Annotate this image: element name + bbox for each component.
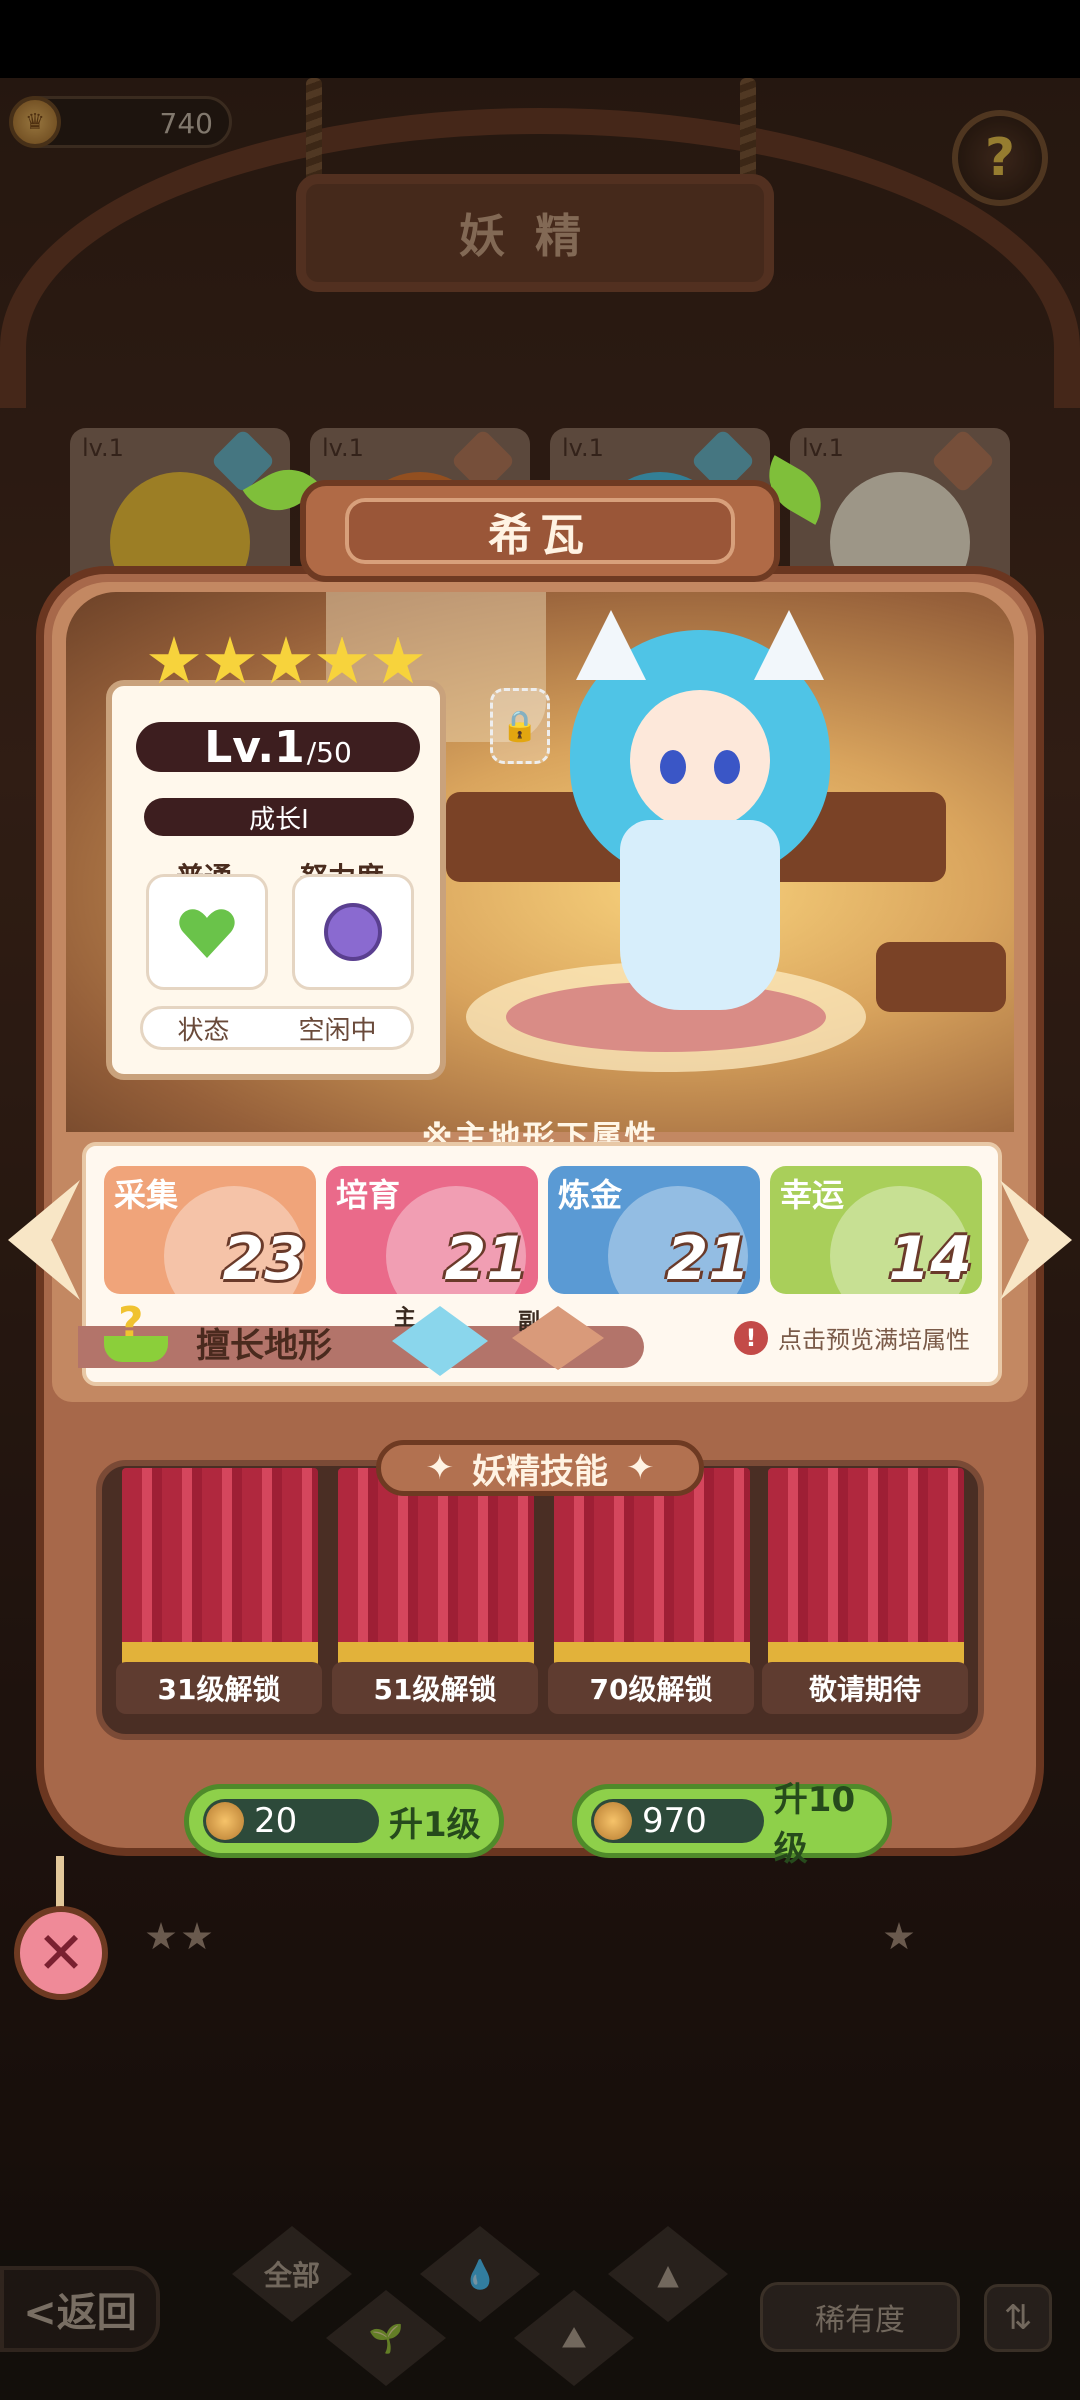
fairy-eye bbox=[660, 750, 686, 784]
star-icon bbox=[884, 1922, 914, 1950]
fairy-character[interactable] bbox=[560, 610, 840, 1020]
star-rating bbox=[148, 636, 424, 688]
lock-icon[interactable]: 🔒 bbox=[490, 688, 550, 764]
mood-box[interactable] bbox=[146, 874, 268, 990]
state-pill: 状态 空闲中 bbox=[140, 1006, 414, 1050]
fairy-body bbox=[620, 820, 780, 1010]
skill-slot-curtain[interactable] bbox=[554, 1468, 750, 1668]
attr-value: 14 bbox=[888, 1224, 973, 1294]
skills-title-text: 妖精技能 bbox=[472, 1451, 608, 1492]
level-pill: Lv.1 /50 bbox=[136, 721, 420, 773]
star-icon bbox=[182, 1922, 212, 1950]
close-icon: ✕ bbox=[36, 1919, 86, 1987]
upgrade-cost: 970 bbox=[591, 1799, 764, 1843]
attr-alchemy[interactable]: 炼金 21 bbox=[548, 1166, 760, 1294]
upgrade-cost: 20 bbox=[203, 1799, 379, 1843]
name-plate: 希瓦 bbox=[345, 498, 735, 564]
fairy-name-banner: 希瓦 bbox=[300, 480, 780, 582]
attr-label: 培育 bbox=[336, 1176, 401, 1214]
fairy-ear-right bbox=[754, 610, 824, 680]
fairy-name: 希瓦 bbox=[488, 510, 592, 561]
room-stool bbox=[876, 942, 1006, 1012]
state-value: 空闲中 bbox=[298, 1015, 377, 1046]
effort-box[interactable] bbox=[292, 874, 414, 990]
growth-stage: 成长I bbox=[249, 804, 309, 835]
attr-gather[interactable]: 采集 23 bbox=[104, 1166, 316, 1294]
imp-face-icon bbox=[324, 903, 382, 961]
attr-label: 采集 bbox=[114, 1176, 179, 1214]
cost-value: 970 bbox=[642, 1801, 707, 1841]
sparkle-icon: ✦ bbox=[425, 1448, 455, 1488]
close-rope bbox=[56, 1856, 64, 1910]
skill-unlock-label: 51级解锁 bbox=[332, 1662, 538, 1714]
upgrade-label: 升1级 bbox=[389, 1804, 481, 1845]
attr-value: 21 bbox=[666, 1224, 751, 1294]
star-icon bbox=[373, 636, 423, 684]
cost-value: 20 bbox=[254, 1801, 298, 1841]
skills-title: ✦ 妖精技能 ✦ bbox=[376, 1440, 704, 1496]
card-star-rating bbox=[146, 1922, 212, 1952]
skill-unlock-label: 70级解锁 bbox=[548, 1662, 754, 1714]
attr-luck[interactable]: 幸运 14 bbox=[770, 1166, 982, 1294]
fairy-face bbox=[630, 690, 770, 830]
skill-unlock-label: 31级解锁 bbox=[116, 1662, 322, 1714]
attr-value: 21 bbox=[444, 1224, 529, 1294]
state-label: 状态 bbox=[177, 1015, 230, 1046]
preview-text: 点击预览满培属性 bbox=[778, 1326, 970, 1354]
star-icon bbox=[149, 636, 199, 684]
terrain-label: 擅长地形 bbox=[196, 1326, 332, 1366]
upgrade-10-button[interactable]: 970 升10级 bbox=[572, 1780, 892, 1869]
sprout-pot-icon bbox=[104, 1336, 168, 1362]
attr-nurture[interactable]: 培育 21 bbox=[326, 1166, 538, 1294]
growth-pill: 成长I bbox=[144, 798, 414, 836]
attr-label: 炼金 bbox=[558, 1176, 623, 1214]
skill-slot-curtain[interactable] bbox=[338, 1468, 534, 1668]
coin-icon bbox=[206, 1802, 244, 1840]
star-icon bbox=[205, 636, 255, 684]
attr-label: 幸运 bbox=[780, 1176, 845, 1214]
attr-value: 23 bbox=[222, 1224, 307, 1294]
fairy-eye bbox=[714, 750, 740, 784]
card-star-rating bbox=[884, 1922, 914, 1952]
close-button[interactable]: ✕ bbox=[14, 1906, 108, 2000]
star-icon bbox=[146, 1922, 176, 1950]
coin-icon bbox=[594, 1802, 632, 1840]
preview-max-attributes[interactable]: ! 点击预览满培属性 bbox=[734, 1320, 970, 1355]
skill-slot-curtain[interactable] bbox=[122, 1468, 318, 1668]
level-current: Lv.1 bbox=[204, 721, 305, 773]
upgrade-label: 升10级 bbox=[773, 1780, 856, 1869]
star-icon bbox=[261, 636, 311, 684]
warning-icon: ! bbox=[734, 1320, 768, 1355]
level-max: /50 bbox=[306, 735, 352, 769]
terrain-help-icon[interactable]: ? bbox=[104, 1298, 168, 1362]
star-icon bbox=[317, 636, 367, 684]
skill-slot-curtain[interactable] bbox=[768, 1468, 964, 1668]
upgrade-1-button[interactable]: 20 升1级 bbox=[184, 1784, 504, 1858]
skill-unlock-label: 敬请期待 bbox=[762, 1662, 968, 1714]
green-heart-icon bbox=[179, 906, 235, 958]
sparkle-icon: ✦ bbox=[626, 1448, 655, 1488]
